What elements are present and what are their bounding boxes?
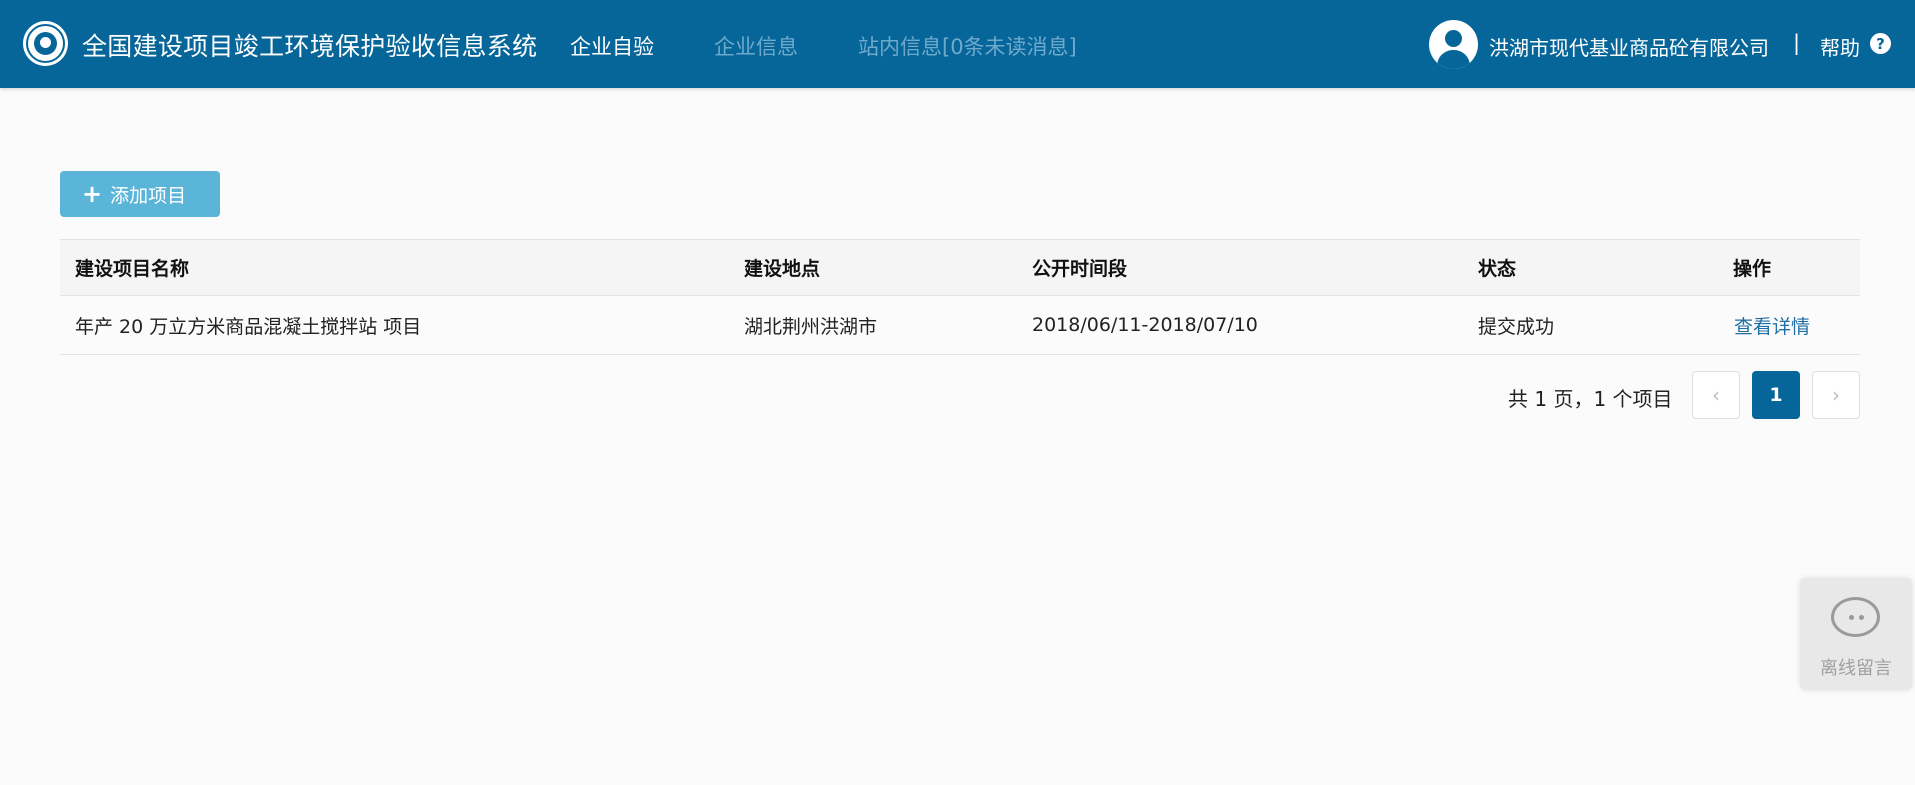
next-page-button[interactable]: ›: [1812, 371, 1860, 419]
nav-enterprise-info[interactable]: 企业信息: [714, 31, 798, 61]
prev-page-button[interactable]: ‹: [1692, 371, 1740, 419]
table-row: 年产 20 万立方米商品混凝土搅拌站 项目 湖北荆州洪湖市 2018/06/11…: [60, 296, 1860, 355]
nav-site-messages[interactable]: 站内信息[0条未读消息]: [858, 31, 1077, 61]
column-header-status: 状态: [1478, 258, 1517, 280]
question-circle-icon[interactable]: ?: [1870, 33, 1891, 54]
user-avatar-icon[interactable]: [1429, 20, 1478, 69]
plus-icon: +: [82, 180, 103, 208]
chat-bubble-icon: [1831, 597, 1880, 637]
location-cell: 湖北荆州洪湖市: [744, 315, 878, 338]
add-project-button[interactable]: + 添加项目: [60, 171, 220, 217]
pagination-summary: 共 1 页，1 个项目: [1508, 387, 1673, 411]
status-cell: 提交成功: [1478, 315, 1555, 338]
column-header-public-period: 公开时间段: [1032, 258, 1128, 280]
top-header: 全国建设项目竣工环境保护验收信息系统 企业自验 企业信息 站内信息[0条未读消息…: [0, 0, 1915, 88]
page-1-button[interactable]: 1: [1752, 371, 1800, 419]
chevron-left-icon: ‹: [1712, 383, 1720, 407]
help-link[interactable]: 帮助: [1820, 32, 1860, 61]
offline-message-widget[interactable]: 离线留言: [1800, 578, 1912, 690]
table-header-row: 建设项目名称 建设地点 公开时间段 状态 操作: [60, 239, 1860, 296]
header-separator: |: [1793, 31, 1801, 55]
column-header-actions: 操作: [1733, 258, 1772, 280]
project-table: 建设项目名称 建设地点 公开时间段 状态 操作 年产 20 万立方米商品混凝土搅…: [60, 239, 1860, 355]
emblem-logo-icon: [23, 21, 68, 66]
column-header-project-name: 建设项目名称: [75, 258, 190, 280]
nav-enterprise-self-check[interactable]: 企业自验: [570, 31, 654, 61]
add-project-label: 添加项目: [110, 184, 187, 207]
system-title: 全国建设项目竣工环境保护验收信息系统: [82, 32, 538, 61]
column-header-location: 建设地点: [744, 258, 821, 280]
company-name[interactable]: 洪湖市现代基业商品砼有限公司: [1489, 32, 1769, 61]
chevron-right-icon: ›: [1832, 383, 1840, 407]
view-details-link[interactable]: 查看详情: [1734, 296, 1810, 354]
project-name-cell: 年产 20 万立方米商品混凝土搅拌站 项目: [75, 315, 422, 338]
public-period-cell: 2018/06/11-2018/07/10: [1032, 314, 1258, 336]
offline-message-label: 离线留言: [1820, 658, 1892, 679]
